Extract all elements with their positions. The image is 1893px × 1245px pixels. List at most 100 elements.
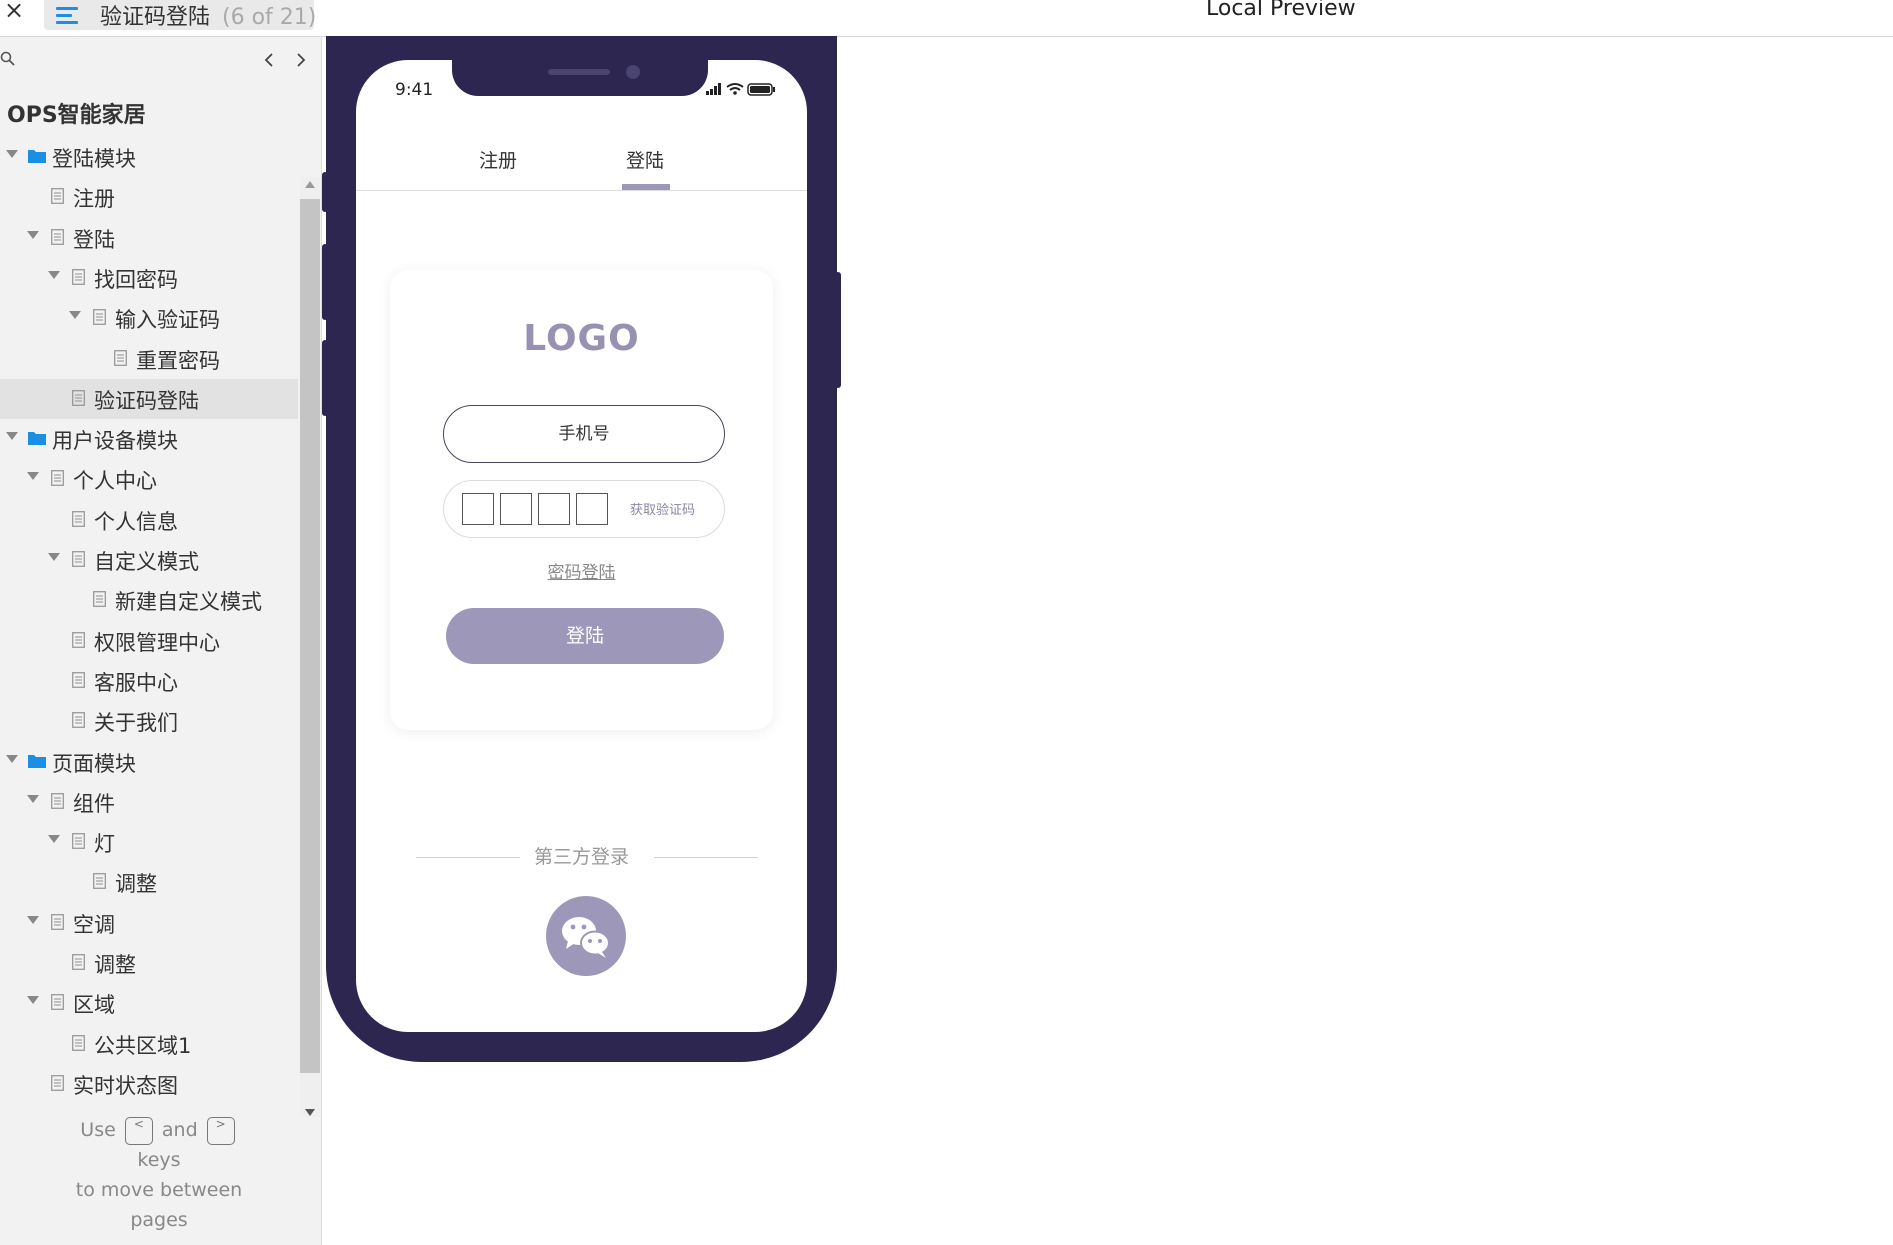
- tree-item-label: 调整: [94, 953, 136, 977]
- scroll-up-icon[interactable]: [305, 181, 315, 188]
- tree-item[interactable]: 自定义模式: [0, 540, 298, 580]
- tree-item[interactable]: 空调: [0, 903, 298, 943]
- tree-item[interactable]: 登陆模块: [0, 137, 298, 177]
- page-icon: [93, 591, 106, 608]
- caret-down-icon[interactable]: [48, 835, 60, 844]
- caret-down-icon[interactable]: [27, 794, 39, 803]
- page-icon: [72, 712, 85, 729]
- tree-item[interactable]: 关于我们: [0, 701, 298, 741]
- scrollbar-thumb[interactable]: [300, 199, 320, 1073]
- tree-item-label: 灯: [94, 832, 115, 857]
- code-digit-input[interactable]: [538, 493, 570, 525]
- tree-item[interactable]: 新建自定义模式: [0, 580, 298, 620]
- tree-item[interactable]: 客服中心: [0, 661, 298, 701]
- page-icon: [51, 470, 64, 487]
- page-icon: [72, 268, 85, 285]
- caret-down-icon[interactable]: [6, 150, 18, 158]
- caret-down-icon[interactable]: [48, 553, 60, 561]
- search-icon[interactable]: [0, 51, 16, 67]
- tree-item[interactable]: 灯: [0, 822, 298, 862]
- page-icon: [72, 510, 85, 527]
- battery-icon: [747, 83, 775, 96]
- tree-item[interactable]: 用户设备模块: [0, 419, 298, 459]
- code-digit-input[interactable]: [500, 493, 532, 525]
- phone-mute-button: [322, 172, 328, 212]
- tree-item-label: 自定义模式: [94, 550, 199, 574]
- sidebar: OPS智能家居 登陆模块 注册 登陆 找回密码 输入验证码 重置密码 验证码登陆 用户设备模块…: [0, 37, 322, 1245]
- page-icon: [72, 631, 85, 648]
- tree-item[interactable]: 公共区域1: [0, 1024, 298, 1064]
- phone-notch: [452, 60, 708, 96]
- folder-icon: [28, 432, 46, 446]
- verification-code-field: 获取验证码: [443, 480, 725, 538]
- login-card: LOGO 手机号 获取验证码 密码登陆 登陆: [390, 270, 773, 730]
- code-digit-input[interactable]: [576, 493, 608, 525]
- tree-item-label: 实时状态图: [73, 1073, 178, 1098]
- tree-item[interactable]: 输入验证码: [0, 298, 298, 338]
- wechat-icon: [562, 917, 610, 958]
- third-party-login-label: 第三方登录: [533, 846, 629, 868]
- chevron-right-icon[interactable]: [292, 51, 310, 69]
- tree-item[interactable]: 重置密码: [0, 339, 298, 379]
- top-bar: × 验证码登陆 (6 of 21) Local Preview: [0, 0, 1893, 37]
- page-icon: [93, 309, 106, 326]
- menu-icon[interactable]: [56, 6, 78, 24]
- tree-item-label: 空调: [73, 912, 115, 937]
- tree-item[interactable]: 找回密码: [0, 258, 298, 298]
- folder-icon: [28, 754, 46, 768]
- phone-number-input[interactable]: 手机号: [443, 405, 725, 463]
- tree-item-label: 重置密码: [136, 348, 220, 373]
- get-code-button[interactable]: 获取验证码: [630, 499, 695, 518]
- tree-item-label: 找回密码: [94, 267, 178, 292]
- tree-item-label: 登陆模块: [52, 147, 136, 171]
- tab-login[interactable]: 登陆: [626, 146, 664, 173]
- page-icon: [51, 1074, 64, 1091]
- page-icon: [51, 994, 64, 1011]
- tree-item[interactable]: 区域: [0, 983, 298, 1023]
- tab-divider: [356, 190, 807, 191]
- caret-down-icon[interactable]: [48, 270, 60, 279]
- caret-down-icon[interactable]: [27, 996, 39, 1005]
- close-icon[interactable]: ×: [4, 0, 24, 24]
- tree-item[interactable]: 注册: [0, 177, 298, 217]
- tree-item[interactable]: 组件: [0, 782, 298, 822]
- keyboard-hint: Use < and > keys to move between pages: [75, 1116, 243, 1231]
- tree-item[interactable]: 个人信息: [0, 500, 298, 540]
- caret-down-icon[interactable]: [27, 230, 39, 239]
- page-icon: [114, 349, 127, 366]
- tree-item[interactable]: 权限管理中心: [0, 621, 298, 661]
- signal-icon: [706, 83, 721, 95]
- caret-down-icon[interactable]: [27, 472, 39, 481]
- tree-item[interactable]: 验证码登陆: [0, 378, 298, 419]
- tree-item-label: 关于我们: [94, 711, 178, 736]
- tree-item-label: 客服中心: [94, 670, 178, 695]
- tree-item-label: 区域: [73, 993, 115, 1018]
- status-bar-icons: [706, 83, 775, 96]
- tree-item[interactable]: 登陆: [0, 218, 298, 258]
- caret-down-icon[interactable]: [6, 754, 18, 763]
- tree-item[interactable]: 实时状态图: [0, 1064, 298, 1099]
- wechat-login-button[interactable]: [546, 896, 626, 976]
- page-icon: [51, 188, 64, 205]
- page-icon: [51, 228, 64, 245]
- current-page-tab[interactable]: 验证码登陆 (6 of 21): [44, 0, 316, 30]
- caret-down-icon[interactable]: [69, 311, 81, 320]
- tree-item-label: 页面模块: [52, 751, 136, 776]
- caret-down-icon[interactable]: [6, 432, 18, 441]
- tree-item[interactable]: 个人中心: [0, 459, 298, 499]
- phone-volume-up-button: [322, 244, 328, 320]
- tab-register[interactable]: 注册: [479, 146, 517, 173]
- login-button[interactable]: 登陆: [446, 608, 724, 664]
- chevron-left-icon[interactable]: [260, 51, 278, 69]
- code-digit-input[interactable]: [462, 493, 494, 525]
- caret-down-icon[interactable]: [27, 915, 39, 924]
- tree-item-label: 个人中心: [73, 469, 157, 494]
- folder-icon: [28, 150, 46, 163]
- logo: LOGO: [523, 318, 640, 359]
- password-login-link[interactable]: 密码登陆: [390, 558, 773, 583]
- tree-item[interactable]: 调整: [0, 943, 298, 983]
- phone-screen: 9:41 注册 登陆 LOGO 手机号 获取验证码 密码登陆 登陆 第三方登录: [356, 60, 807, 1032]
- tree-item[interactable]: 页面模块: [0, 742, 298, 782]
- next-key-icon: >: [206, 1116, 235, 1145]
- tree-item[interactable]: 调整: [0, 862, 298, 902]
